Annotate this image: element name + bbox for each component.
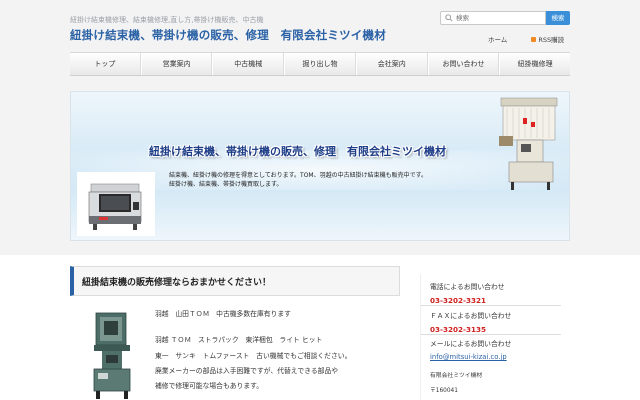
search-icon [445,14,453,22]
company-name: 有限会社ミツイ機材 [430,373,483,379]
search-button[interactable]: 検索 [546,11,570,25]
nav-item-repair[interactable]: 紐掛機修理 [499,53,570,75]
fax-number: 03-3202-3135 [430,325,486,334]
banner-title: 紐掛け結束機、帯掛け機の販売、修理 有限会社ミツイ機材 [149,145,446,158]
mail-label: メールによるお問い合わせ [430,340,512,348]
content-line: 羽越 山田ＴＯＭ 中古機多数在庫有ります [155,310,291,318]
top-links: ホーム RSS購読 [470,34,564,44]
nav-item-bargains[interactable]: 掘り出し物 [284,53,356,75]
banner-text: 結束機、紐掛け機の修理を得意としております。TOM、羽越の中古紐掛け結束機も販売… [169,172,427,189]
phone-label: 電話によるお問い合わせ [430,283,505,291]
nav-item-top[interactable]: トップ [70,53,141,75]
banner-line: 紐掛け機、結束機、帯掛け機買取します。 [169,180,283,188]
nav-item-contact[interactable]: お問い合わせ [427,53,500,75]
nav-item-used-machines[interactable]: 中古機械 [212,53,285,75]
divider [421,305,561,306]
nav-item-business[interactable]: 営業案内 [140,53,213,75]
site-header: 紐掛け結束機修理、結束機修理,直し方,帯掛け機販売、中古機 紐掛け結束機、帯掛け… [0,0,640,50]
divider [421,334,561,335]
email-link[interactable]: info@mitsui-kizai.co.jp [430,353,507,361]
content-line: 羽越 ＴＯＭ ストラパック 東洋梱包 ライト ヒット [155,336,323,344]
postal-code: 〒160041 [430,388,458,394]
banner-line: 結束機、紐掛け機の修理を得意としております。TOM、羽越の中古紐掛け結束機も販売… [169,172,428,179]
home-link[interactable]: ホーム [488,34,507,44]
main-nav: トップ 営業案内 中古機械 掘り出し物 会社案内 お問い合わせ 紐掛機修理 [70,52,570,76]
search-input[interactable] [456,12,544,24]
content-heading-box: 紐掛結束機の販売修理ならおまかせください！ [70,266,400,296]
nav-item-company[interactable]: 会社案内 [355,53,428,75]
content-line: 東一 サンキ トムファースト 古い機械でもご相談ください。 [155,352,352,360]
site-tagline: 紐掛け結束機修理、結束機修理,直し方,帯掛け機販売、中古機 [70,16,264,24]
strapping-machine-image [77,172,155,236]
packing-machine-image [499,97,558,190]
rss-link[interactable]: RSS購読 [531,34,564,44]
search-box[interactable] [440,11,546,25]
contact-sidebar: 電話によるお問い合わせ 03-3202-3321 ＦＡＸによるお問い合わせ 03… [420,274,570,400]
content-heading: 紐掛結束機の販売修理ならおまかせください！ [82,278,272,288]
content-line: 補修で修理可能な場合もあります。 [155,382,264,390]
site-title[interactable]: 紐掛け結束機、帯掛け機の販売、修理 有限会社ミツイ機材 [70,27,386,43]
content-line: 廃業メーカーの部品は入手困難ですが、代替えできる部品や [155,367,339,375]
hero-banner: 紐掛け結束機、帯掛け機の販売、修理 有限会社ミツイ機材 結束機、紐掛け機の修理を… [70,91,570,241]
fax-label: ＦＡＸによるお問い合わせ [430,312,512,320]
phone-number[interactable]: 03-3202-3321 [430,296,486,305]
machine-photo [90,311,134,400]
